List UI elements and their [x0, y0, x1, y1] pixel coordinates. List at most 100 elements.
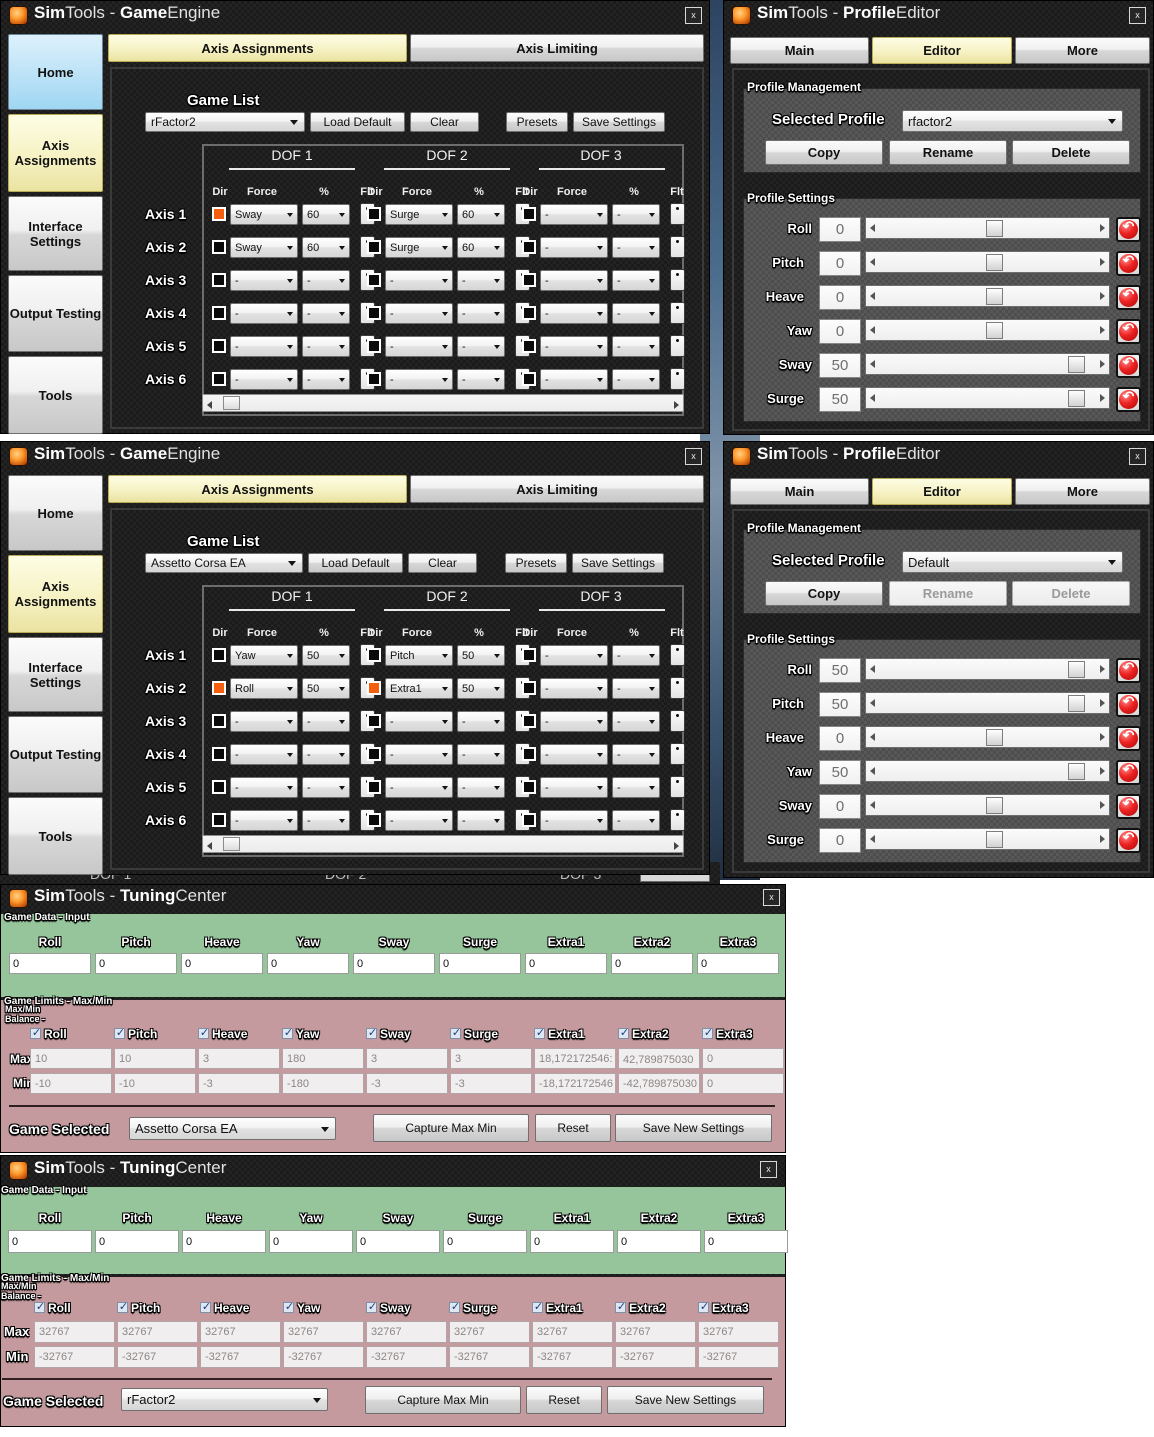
checkbox-extra2[interactable]: [618, 1028, 629, 1039]
sidebar-item-home[interactable]: Home: [8, 475, 103, 551]
limit-toggle-roll[interactable]: Roll: [34, 1299, 115, 1317]
presets-button[interactable]: Presets: [505, 553, 567, 573]
dir-checkbox-axis6-dof1[interactable]: [212, 813, 226, 827]
min-field-heave[interactable]: -32767: [200, 1346, 281, 1368]
slider-left-arrow-icon[interactable]: [870, 835, 875, 843]
close-icon[interactable]: x: [763, 889, 780, 906]
tab-editor[interactable]: Editor: [872, 478, 1012, 505]
force-select-axis6-dof3[interactable]: -: [540, 369, 608, 390]
dir-checkbox-axis6-dof1[interactable]: [212, 372, 226, 386]
checkbox-heave[interactable]: [200, 1302, 211, 1313]
slider-right-arrow-icon[interactable]: [1100, 292, 1105, 300]
percent-select-axis3-dof1[interactable]: -: [302, 270, 350, 291]
slider-left-arrow-icon[interactable]: [870, 224, 875, 232]
reset-button[interactable]: Reset: [526, 1386, 602, 1414]
dir-checkbox-axis6-dof2[interactable]: [367, 813, 381, 827]
max-field-surge[interactable]: 3: [450, 1048, 532, 1069]
min-field-heave[interactable]: -3: [198, 1073, 280, 1094]
percent-select-axis1-dof2[interactable]: 60: [457, 204, 505, 225]
dir-checkbox-axis2-dof3[interactable]: [522, 240, 536, 254]
limit-toggle-heave[interactable]: Heave: [198, 1025, 280, 1043]
tab-main[interactable]: Main: [730, 37, 869, 64]
reset-icon-pitch[interactable]: [1116, 692, 1141, 717]
checkbox-sway[interactable]: [366, 1302, 377, 1313]
force-select-axis4-dof3[interactable]: -: [540, 303, 608, 324]
scroll-right-icon[interactable]: [674, 842, 679, 850]
reset-button[interactable]: Reset: [535, 1114, 611, 1142]
slider-right-arrow-icon[interactable]: [1100, 224, 1105, 232]
tab-more[interactable]: More: [1015, 37, 1150, 64]
limit-toggle-extra1[interactable]: Extra1: [534, 1025, 616, 1043]
sidebar-item-tools[interactable]: Tools: [8, 356, 103, 434]
max-field-pitch[interactable]: 10: [114, 1048, 196, 1069]
save-settings-button[interactable]: Save Settings: [572, 553, 664, 573]
slider-right-arrow-icon[interactable]: [1100, 835, 1105, 843]
setting-value-roll[interactable]: 50: [819, 658, 861, 683]
input-field-sway[interactable]: 0: [353, 953, 435, 974]
percent-select-axis3-dof3[interactable]: -: [612, 270, 660, 291]
tab-axis-assignments[interactable]: Axis Assignments: [108, 475, 407, 503]
force-select-axis3-dof1[interactable]: -: [230, 711, 298, 732]
checkbox-extra3[interactable]: [698, 1302, 709, 1313]
force-select-axis1-dof3[interactable]: -: [540, 204, 608, 225]
close-icon[interactable]: x: [685, 448, 702, 465]
force-select-axis5-dof2[interactable]: -: [385, 336, 453, 357]
max-field-yaw[interactable]: 180: [282, 1048, 364, 1069]
force-select-axis1-dof1[interactable]: Sway: [230, 204, 298, 225]
max-field-extra2[interactable]: 42,789875030: [618, 1048, 700, 1069]
checkbox-roll[interactable]: [30, 1028, 41, 1039]
limit-toggle-extra2[interactable]: Extra2: [615, 1299, 696, 1317]
force-select-axis2-dof3[interactable]: -: [540, 678, 608, 699]
setting-slider-heave[interactable]: [865, 285, 1110, 307]
tab-main[interactable]: Main: [730, 478, 869, 505]
sidebar-item-output-testing[interactable]: Output Testing: [8, 716, 103, 793]
input-field-roll[interactable]: 0: [9, 953, 91, 974]
setting-value-surge[interactable]: 0: [819, 828, 861, 853]
clear-button[interactable]: Clear: [408, 553, 477, 573]
tab-axis-limiting[interactable]: Axis Limiting: [410, 34, 704, 62]
percent-select-axis4-dof3[interactable]: -: [612, 303, 660, 324]
percent-select-axis1-dof3[interactable]: -: [612, 204, 660, 225]
dir-checkbox-axis1-dof2[interactable]: [367, 207, 381, 221]
setting-value-sway[interactable]: 0: [819, 794, 861, 819]
dir-checkbox-axis2-dof2[interactable]: [367, 681, 381, 695]
percent-select-axis2-dof1[interactable]: 50: [302, 678, 350, 699]
setting-slider-roll[interactable]: [865, 658, 1110, 680]
delete-profile-button[interactable]: Delete: [1012, 140, 1130, 165]
slider-right-arrow-icon[interactable]: [1100, 699, 1105, 707]
checkbox-pitch[interactable]: [117, 1302, 128, 1313]
checkbox-extra2[interactable]: [615, 1302, 626, 1313]
filter-button-axis6-dof3[interactable]: [670, 368, 685, 390]
game-list-select[interactable]: Assetto Corsa EA: [145, 553, 303, 573]
max-field-sway[interactable]: 3: [366, 1048, 448, 1069]
input-field-extra1[interactable]: 0: [530, 1230, 614, 1253]
dir-checkbox-axis4-dof3[interactable]: [522, 747, 536, 761]
limit-toggle-pitch[interactable]: Pitch: [117, 1299, 198, 1317]
dir-checkbox-axis5-dof3[interactable]: [522, 339, 536, 353]
min-field-roll[interactable]: -32767: [34, 1346, 115, 1368]
percent-select-axis2-dof2[interactable]: 60: [457, 237, 505, 258]
scroll-thumb[interactable]: [223, 396, 240, 410]
slider-right-arrow-icon[interactable]: [1100, 326, 1105, 334]
min-field-extra1[interactable]: -18,172172546: [534, 1073, 616, 1094]
force-select-axis3-dof3[interactable]: -: [540, 711, 608, 732]
dir-checkbox-axis4-dof1[interactable]: [212, 747, 226, 761]
min-field-sway[interactable]: -32767: [366, 1346, 447, 1368]
force-select-axis1-dof1[interactable]: Yaw: [230, 645, 298, 666]
min-field-surge[interactable]: -3: [450, 1073, 532, 1094]
min-field-yaw[interactable]: -32767: [283, 1346, 364, 1368]
dir-checkbox-axis4-dof1[interactable]: [212, 306, 226, 320]
filter-button-axis2-dof3[interactable]: [670, 677, 685, 699]
force-select-axis2-dof1[interactable]: Sway: [230, 237, 298, 258]
force-select-axis5-dof1[interactable]: -: [230, 777, 298, 798]
game-list-select[interactable]: rFactor2: [145, 112, 305, 132]
slider-thumb[interactable]: [1068, 661, 1085, 678]
percent-select-axis6-dof2[interactable]: -: [457, 369, 505, 390]
force-select-axis3-dof2[interactable]: -: [385, 270, 453, 291]
force-select-axis1-dof3[interactable]: -: [540, 645, 608, 666]
max-field-surge[interactable]: 32767: [449, 1321, 530, 1343]
reset-icon-surge[interactable]: [1116, 387, 1141, 412]
limit-toggle-extra1[interactable]: Extra1: [532, 1299, 613, 1317]
setting-slider-surge[interactable]: [865, 387, 1110, 409]
tab-axis-assignments[interactable]: Axis Assignments: [108, 34, 407, 62]
